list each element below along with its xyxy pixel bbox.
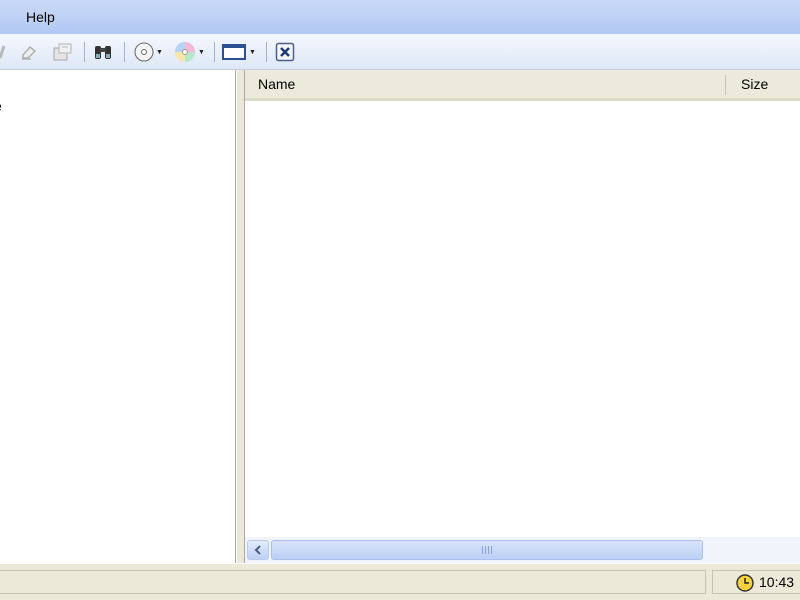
horizontal-scrollbar[interactable] (245, 537, 800, 563)
column-header-label: Size (741, 76, 769, 92)
disc-icon (134, 42, 154, 62)
pane-splitter[interactable] (236, 70, 244, 563)
find-button[interactable] (90, 39, 116, 65)
window-dropdown-button[interactable]: ▼ (220, 39, 258, 65)
grip-icon (482, 546, 492, 554)
toolbar-separator (84, 42, 85, 62)
disc-dropdown-button[interactable]: ▼ (130, 39, 166, 65)
status-panel (0, 570, 706, 594)
eraser-icon (22, 45, 37, 60)
close-box-icon (275, 42, 295, 62)
properties-button[interactable] (48, 39, 76, 65)
scroll-left-button[interactable] (247, 540, 269, 560)
chevron-down-icon: ▼ (198, 48, 205, 56)
clock-time: 10:43 (759, 574, 795, 590)
column-header-label: Name (258, 76, 296, 92)
toolbar-separator (266, 42, 267, 62)
column-header-size[interactable]: Size (728, 70, 800, 98)
column-divider[interactable] (725, 75, 726, 95)
list-header: Name Size (245, 70, 800, 101)
close-button[interactable] (272, 39, 298, 65)
eraser-button[interactable] (16, 39, 42, 65)
color-disc-icon (175, 42, 196, 62)
properties-icon (53, 43, 72, 61)
toolbar: ▼ ▼ ▼ (0, 34, 800, 70)
menu-bar: Help (0, 0, 800, 34)
toolbar-separator (124, 42, 125, 62)
binoculars-icon (95, 46, 111, 59)
color-disc-dropdown-button[interactable]: ▼ (170, 39, 208, 65)
pencil-button[interactable] (0, 39, 8, 65)
scroll-thumb[interactable] (271, 540, 703, 560)
chevron-left-icon (254, 545, 261, 555)
window-icon (222, 44, 247, 60)
pencil-icon (0, 45, 6, 59)
chevron-down-icon: ▼ (156, 48, 163, 56)
chevron-down-icon: ▼ (249, 48, 256, 56)
toolbar-separator (214, 42, 215, 62)
clock-icon (736, 574, 754, 592)
file-list-pane[interactable]: Name Size (244, 70, 800, 563)
tree-item[interactable]: e (0, 98, 2, 114)
column-header-name[interactable]: Name (245, 70, 725, 98)
folder-tree-pane[interactable]: e (0, 70, 236, 563)
clock-panel: 10:43 (712, 570, 800, 594)
status-bar: 10:43 (0, 563, 800, 600)
menu-help[interactable]: Help (24, 9, 57, 25)
